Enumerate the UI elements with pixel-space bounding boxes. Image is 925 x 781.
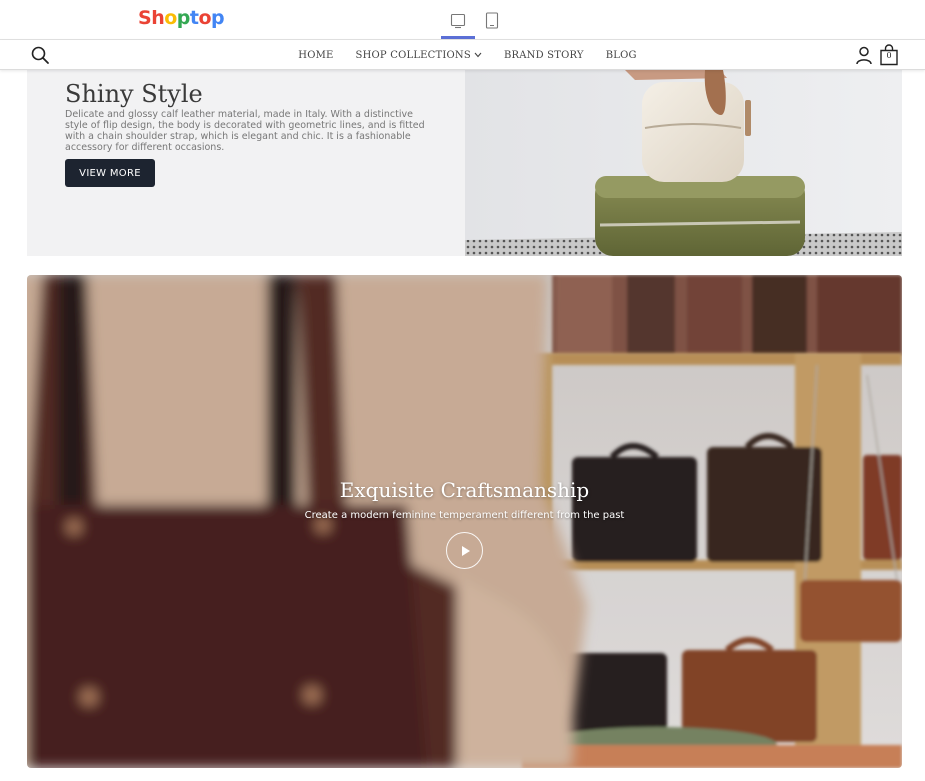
account-icon[interactable] [854, 45, 874, 65]
logo-letter: p [211, 7, 225, 29]
hero-banner: Shiny Style Delicate and glossy calf lea… [27, 70, 902, 256]
view-more-button[interactable]: VIEW MORE [65, 159, 155, 187]
logo-letter: t [189, 7, 199, 29]
nav-blog[interactable]: BLOG [606, 50, 637, 61]
craftsmanship-video[interactable]: Exquisite Craftsmanship Create a modern … [27, 275, 902, 768]
store-navbar: HOME SHOP COLLECTIONS BRAND STORY BLOG 0 [0, 40, 925, 70]
hero-text-block: Shiny Style Delicate and glossy calf lea… [65, 80, 435, 153]
tablet-icon [485, 11, 499, 29]
main-menu: HOME SHOP COLLECTIONS BRAND STORY BLOG [0, 40, 925, 70]
desktop-icon [450, 13, 466, 29]
nav-shop-collections[interactable]: SHOP COLLECTIONS [356, 50, 482, 61]
hero-description: Delicate and glossy calf leather materia… [65, 109, 425, 153]
logo-letter: p [176, 7, 191, 29]
logo-letter: h [151, 7, 165, 29]
preview-toolbar: Shoptop [0, 0, 925, 40]
nav-home[interactable]: HOME [298, 50, 333, 61]
chevron-down-icon [474, 52, 482, 58]
cart-button[interactable]: 0 [879, 44, 899, 66]
shoptop-logo[interactable]: Shoptop [138, 6, 225, 30]
hero-product-image [465, 70, 902, 256]
video-title: Exquisite Craftsmanship [339, 478, 590, 502]
desktop-view-button[interactable] [441, 6, 475, 39]
logo-letter: o [164, 7, 177, 29]
tablet-view-button[interactable] [475, 6, 509, 34]
hero-title: Shiny Style [65, 80, 203, 108]
video-subtitle: Create a modern feminine temperament dif… [304, 510, 625, 521]
logo-letter: S [138, 7, 152, 29]
logo-letter: o [198, 7, 212, 29]
cart-count: 0 [886, 51, 892, 60]
play-button[interactable] [446, 532, 483, 569]
nav-shop-collections-label: SHOP COLLECTIONS [355, 49, 471, 61]
nav-brand-story[interactable]: BRAND STORY [504, 50, 584, 61]
play-icon [461, 545, 470, 556]
video-background-image [27, 275, 902, 768]
